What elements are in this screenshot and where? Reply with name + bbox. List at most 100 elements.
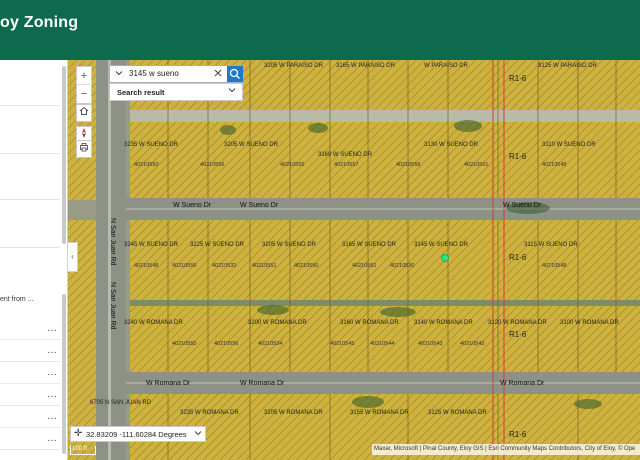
address-label: 3100 W ROMANA DR — [560, 320, 619, 326]
more-icon[interactable]: … — [47, 345, 58, 356]
parcel-id: 40210534 — [258, 341, 283, 347]
search-widget: 3145 w sueno — [109, 65, 243, 83]
parcel-id: 40210548 — [134, 263, 159, 269]
parcel-id: 40210555 — [280, 162, 305, 168]
coordinate-readout: 32.83209 -111.60284 Degrees — [86, 430, 187, 439]
coordinate-widget[interactable]: ✛ 32.83209 -111.60284 Degrees — [70, 426, 206, 442]
parcel-id: 40210561 — [352, 263, 377, 269]
search-input[interactable]: 3145 w sueno — [129, 69, 179, 78]
address-label: 3110 W SUENO DR — [542, 142, 596, 148]
list-item[interactable]: … — [0, 362, 60, 384]
address-label: 3125 W PARAISO DR — [538, 63, 597, 69]
print-button[interactable] — [76, 140, 92, 158]
street-label-n-san-juan: N San Juan Rd — [109, 282, 116, 330]
parcel-id: 40210556 — [214, 341, 239, 347]
street-label-w-romana: W Romana Dr — [146, 380, 191, 387]
search-result-dropdown[interactable]: Search result — [109, 83, 243, 101]
parcel-id: 40210548 — [542, 162, 567, 168]
search-icon — [229, 68, 240, 79]
close-icon — [214, 69, 222, 77]
map-view[interactable]: W Sueno Dr W Sueno Dr W Sueno Dr W Roman… — [68, 60, 640, 460]
more-icon[interactable]: … — [47, 367, 58, 378]
parcel-id: 40210542 — [460, 341, 485, 347]
panel-section-3[interactable] — [0, 154, 60, 200]
address-label: 3235 W ROMANA DR — [180, 410, 239, 416]
panel-section-4[interactable] — [0, 200, 60, 248]
parcel-id: 40210558 — [396, 162, 421, 168]
address-label: 3200 W ROMANA DR — [248, 320, 307, 326]
zone-label: R1-6 — [509, 152, 527, 161]
address-label: 3240 W ROMANA DR — [124, 320, 183, 326]
app-header: oy Zoning — [0, 0, 640, 60]
panel-section-2[interactable] — [0, 106, 60, 154]
zoom-in-button[interactable]: + — [77, 67, 91, 85]
compass-icon — [82, 128, 86, 138]
map-canvas — [68, 60, 640, 460]
address-label: 6705 N SAN JUAN RD — [90, 400, 152, 406]
street-label-n-san-juan: N San Juan Rd — [109, 218, 116, 266]
list-item[interactable]: … — [0, 318, 60, 340]
parcel-id: 40210548 — [542, 263, 567, 269]
parcel-id: 40210532 — [212, 263, 237, 269]
search-button[interactable] — [227, 66, 243, 82]
list-item[interactable]: … — [0, 428, 60, 450]
more-icon[interactable]: … — [47, 323, 58, 334]
address-label: 3205 W PARAISO DR — [264, 63, 323, 69]
clear-search-button[interactable] — [212, 68, 224, 82]
parcel-id: 40210556 — [200, 162, 225, 168]
address-label: 3235 W SUENO DR — [124, 142, 179, 148]
address-label: 3145 W SUENO DR — [414, 242, 469, 248]
crosshair-icon[interactable]: ✛ — [74, 428, 82, 439]
list-item[interactable]: … — [0, 406, 60, 428]
home-button[interactable] — [76, 104, 92, 122]
panel-scrollbar[interactable] — [62, 66, 66, 244]
parcel-id: 40210561 — [464, 162, 489, 168]
zone-label: R1-6 — [509, 74, 527, 83]
address-label: 3205 W SUENO DR — [224, 142, 279, 148]
address-label: 3120 W ROMANA DR — [488, 320, 547, 326]
map-attribution: Maxar, Microsoft | Pinal County, Eloy GI… — [372, 444, 640, 455]
search-source-dropdown[interactable] — [112, 68, 126, 82]
address-label: 3165 W PARAISO DR — [336, 63, 395, 69]
street-label-w-sueno: W Sueno Dr — [503, 202, 542, 209]
chevron-down-icon — [115, 71, 123, 76]
zoom-controls: + − — [76, 66, 92, 104]
address-label: W PARAISO DR — [424, 63, 468, 69]
panel-section-1[interactable] — [0, 60, 60, 106]
scale-label: 100 ft — [72, 446, 88, 452]
more-icon[interactable]: … — [47, 433, 58, 444]
parcel-id: 40210551 — [252, 263, 277, 269]
address-label: 3205 W SUENO DR — [262, 242, 317, 248]
address-label: 3245 W SUENO DR — [124, 242, 179, 248]
address-label: 3165 W SUENO DR — [342, 242, 397, 248]
address-label: 3225 W SUENO DR — [190, 242, 245, 248]
more-icon[interactable]: … — [47, 411, 58, 422]
street-label-w-romana: W Romana Dr — [500, 380, 545, 387]
list-item[interactable]: … — [0, 340, 60, 362]
list-item[interactable]: … — [0, 384, 60, 406]
zone-label: R1-6 — [509, 253, 527, 262]
chevron-down-icon[interactable] — [194, 429, 202, 439]
address-label: 3130 W SUENO DR — [424, 142, 479, 148]
parcel-id: 40210555 — [172, 341, 197, 347]
print-icon — [80, 143, 88, 152]
address-label: 3140 W ROMANA DR — [414, 320, 473, 326]
zoom-out-button[interactable]: − — [77, 85, 91, 103]
app-title: oy Zoning — [0, 14, 79, 31]
street-label-w-sueno: W Sueno Dr — [240, 202, 279, 209]
list-scrollbar[interactable] — [62, 294, 66, 454]
parcel-id: 40210550 — [294, 263, 319, 269]
parcel-id: 40210556 — [172, 263, 197, 269]
address-label: 3205 W ROMANA DR — [264, 410, 323, 416]
panel-description: ent from ... — [0, 296, 34, 303]
address-label: 3155 W ROMANA DR — [350, 410, 409, 416]
address-label: 3115 W SUENO DR — [524, 242, 578, 248]
parcel-id: 40210530 — [390, 263, 415, 269]
home-icon — [79, 106, 89, 115]
parcel-id: 40210544 — [370, 341, 395, 347]
zone-label: R1-6 — [509, 330, 527, 339]
more-icon[interactable]: … — [47, 389, 58, 400]
address-label: 3160 W SUENO DR — [318, 152, 373, 158]
collapse-panel-button[interactable]: ‹ — [68, 242, 78, 272]
parcel-id: 40210545 — [330, 341, 355, 347]
